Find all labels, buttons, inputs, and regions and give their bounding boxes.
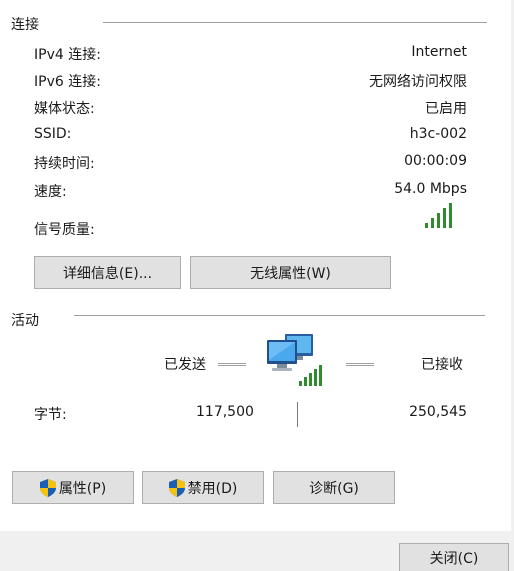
properties-button-label: 属性(P) [58,480,107,497]
bytes-received-value: 250,545 [409,404,467,420]
properties-button[interactable]: 属性(P) [12,471,134,504]
details-button[interactable]: 详细信息(E)... [34,256,181,289]
signal-bar [449,203,452,228]
diagnose-button[interactable]: 诊断(G) [273,471,395,504]
activity-section-divider [74,315,485,316]
uac-shield-icon [39,478,56,497]
details-button-label: 详细信息(E)... [62,265,153,282]
signal-bar [425,223,428,228]
disable-button-label: 禁用(D) [187,480,238,497]
ssid-label: SSID: [34,126,72,142]
ipv6-value: 无网络访问权限 [369,74,467,90]
ipv6-label: IPv6 连接: [34,74,101,90]
disable-button[interactable]: 禁用(D) [142,471,264,504]
wifi-signal-strength-icon [425,203,455,228]
media-state-value: 已启用 [425,101,467,117]
wireless-properties-button[interactable]: 无线属性(W) [190,256,391,289]
close-button-label: 关闭(C) [429,550,479,567]
signal-bar [431,218,434,228]
diagnose-button-label: 诊断(G) [309,480,359,497]
ssid-value: h3c-002 [409,126,467,142]
uac-shield-icon [168,478,185,497]
signal-bar [443,208,446,228]
signal-quality-label: 信号质量: [34,222,95,238]
sent-dash [218,363,246,366]
close-button[interactable]: 关闭(C) [399,543,509,571]
media-state-label: 媒体状态: [34,101,95,117]
bytes-label: 字节: [34,407,67,423]
received-dash [346,363,374,366]
ipv4-label: IPv4 连接: [34,47,101,63]
signal-bar [437,213,440,228]
ipv4-value: Internet [411,44,467,60]
bytes-separator [297,402,298,427]
duration-value: 00:00:09 [404,153,467,169]
connection-section-divider [103,22,487,23]
speed-value: 54.0 Mbps [394,181,467,197]
network-computers-icon [265,332,327,390]
duration-label: 持续时间: [34,156,95,172]
connection-section-title: 连接 [11,17,39,33]
bytes-sent-value: 117,500 [196,404,254,420]
sent-label: 已发送 [164,357,206,373]
activity-section-title: 活动 [11,313,39,329]
speed-label: 速度: [34,184,67,200]
wireless-properties-button-label: 无线属性(W) [250,265,331,282]
received-label: 已接收 [421,357,463,373]
